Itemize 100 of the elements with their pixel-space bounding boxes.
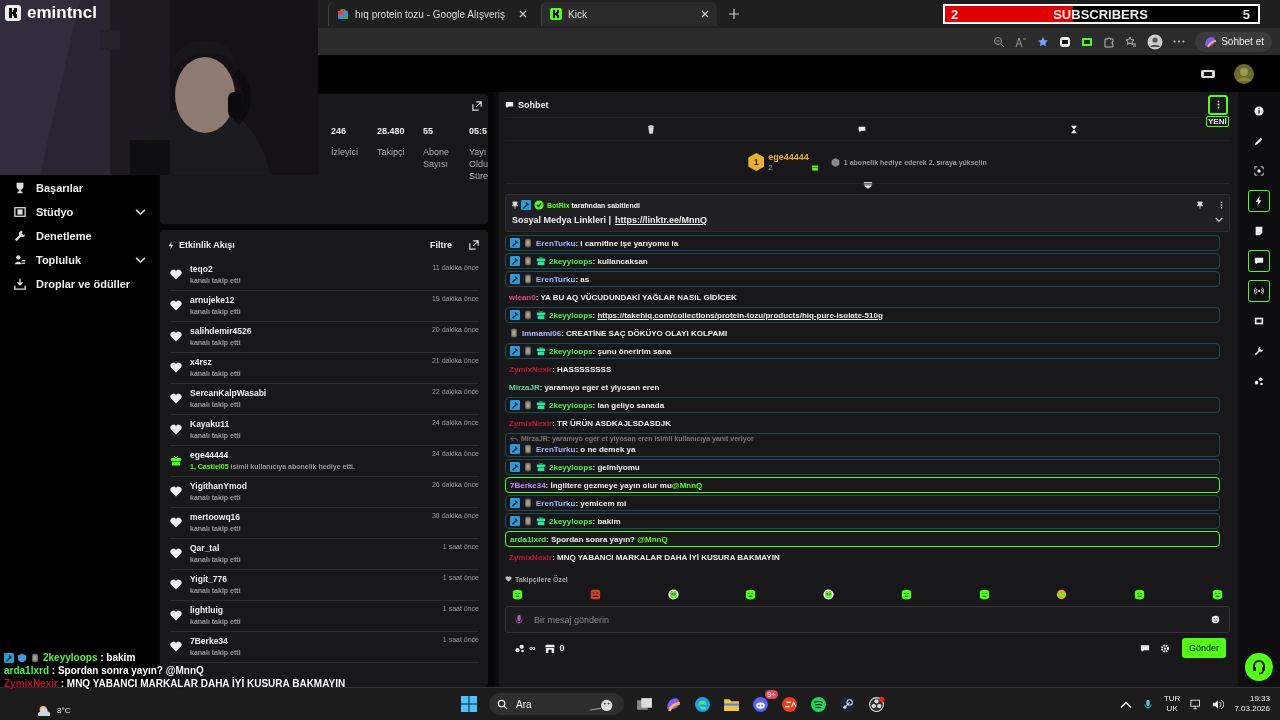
follower-name: salihdemir4526 [190, 326, 253, 336]
profile-icon[interactable] [1147, 33, 1164, 50]
follower-name: teqo2 [190, 264, 214, 274]
download-icon [14, 278, 26, 290]
puzzle-icon[interactable] [1103, 35, 1116, 48]
store-icon[interactable] [545, 643, 556, 653]
follower-name: SercanKalpWasabi [190, 388, 268, 398]
blob-emote-icon[interactable] [744, 587, 758, 601]
message-input[interactable]: Bir mesaj gönderin [505, 606, 1230, 633]
task-view-icon[interactable] [636, 695, 653, 713]
microphone-icon[interactable] [1141, 698, 1154, 710]
chat-icon [505, 100, 514, 109]
extension-icon[interactable] [1081, 35, 1094, 48]
pin-icon[interactable] [1197, 201, 1203, 209]
rail-button[interactable] [1248, 280, 1270, 302]
rank-badge: 1 [748, 153, 765, 171]
sidebar-item[interactable]: Topluluk [0, 248, 158, 272]
emoji-icon[interactable] [1211, 615, 1220, 624]
sidebar-item[interactable]: Stüdyo [0, 200, 158, 224]
video-icon [1254, 316, 1264, 326]
browser-tab[interactable]: Kick [541, 2, 718, 26]
notification-badge: 9+ [764, 689, 778, 699]
edge-icon[interactable] [694, 695, 711, 713]
follower-name: arnujeke12 [190, 295, 236, 305]
windows-start-icon[interactable] [461, 696, 477, 712]
network-icon[interactable] [1190, 698, 1203, 710]
message-text: ErenTurku: I carnitine işe yarıyomu la [536, 238, 679, 248]
trash-icon[interactable] [646, 124, 655, 134]
face-emote-icon[interactable] [1055, 587, 1069, 601]
favorites-icon[interactable] [1125, 35, 1138, 48]
collapse-icon[interactable] [862, 181, 873, 189]
discord-icon[interactable] [752, 695, 769, 713]
obs-icon[interactable] [868, 695, 885, 713]
input-language[interactable]: TUR UK [1163, 694, 1181, 714]
mention-link[interactable]: @MnnQ [637, 534, 668, 544]
message-link[interactable]: https://takehiq.com/collections/protein-tozu/products/hiq-pure-isolate-510g [597, 310, 883, 320]
info-icon [1254, 106, 1264, 116]
new-tab-icon[interactable] [729, 9, 740, 19]
spotify-icon[interactable] [810, 695, 827, 713]
angry-face-emote-icon[interactable] [588, 587, 602, 601]
lightning-icon [168, 240, 174, 250]
read-aloud-icon[interactable] [1015, 35, 1028, 48]
pin-icon [512, 201, 518, 209]
hourglass-icon[interactable] [1070, 124, 1079, 134]
extension-icon[interactable] [1059, 35, 1072, 48]
chat-icon[interactable] [1139, 643, 1150, 653]
alien-emote-icon[interactable] [666, 587, 680, 601]
points-icon[interactable] [515, 643, 525, 653]
message-text: 2keyyloops: lan geliyo sanada [549, 400, 665, 410]
blob-emote-icon[interactable] [1210, 587, 1224, 601]
follower-name: YigithanYmod [190, 481, 248, 491]
pinned-link[interactable]: https://linktr.ee/MnnQ [615, 215, 708, 225]
filter-button[interactable]: Filtre [424, 239, 458, 251]
scan-icon [1254, 166, 1264, 176]
pop-out-icon[interactable] [469, 240, 479, 250]
follower-name: Yigit_776 [190, 574, 228, 584]
settings-icon[interactable] [1159, 643, 1170, 653]
sidebar-item[interactable]: Droplar ve ödüller [0, 272, 158, 296]
heart-icon [170, 579, 182, 590]
blob-emote-icon[interactable] [511, 587, 524, 601]
sidebar-item[interactable]: Başarılar [0, 176, 158, 200]
chat-icon[interactable] [858, 124, 867, 134]
rail-button[interactable] [1248, 190, 1270, 212]
send-button[interactable]: Gönder [1181, 638, 1226, 658]
copilot-icon[interactable] [665, 695, 682, 713]
blob-emote-icon[interactable] [977, 587, 991, 601]
avatar-icon[interactable] [1234, 63, 1254, 84]
zoom-out-icon[interactable] [993, 35, 1006, 48]
steam-icon[interactable] [839, 695, 856, 713]
blob-emote-icon[interactable] [1133, 587, 1147, 601]
close-icon[interactable] [519, 10, 528, 18]
sidebar-item[interactable]: Denetleme [0, 224, 158, 248]
heart-icon [505, 576, 512, 582]
support-button[interactable] [1245, 653, 1273, 681]
clock[interactable]: 19:33 7.03.2026 [1234, 694, 1270, 714]
follower-name: mertoowq16 [190, 512, 242, 522]
game-controller-icon[interactable] [1200, 67, 1216, 80]
volume-icon[interactable] [1212, 698, 1225, 710]
copilot-button[interactable]: Sohbet et [1195, 31, 1272, 52]
feed-title: Etkinlik Akışı [179, 240, 236, 250]
more-icon[interactable] [1173, 40, 1186, 43]
blob-emote-icon[interactable] [899, 587, 913, 601]
trophy-icon [14, 182, 26, 194]
ea-app-icon[interactable] [781, 695, 798, 713]
overlay-chat-line: ZymixNexir : MNQ YABANCI MARKALAR DAHA İYİ KUSURA BAKMAYIN [4, 678, 346, 689]
star-icon[interactable] [1037, 35, 1050, 48]
rail-button[interactable] [1248, 250, 1270, 272]
broadcast-icon [1254, 286, 1264, 296]
alien-emote-icon[interactable] [822, 587, 836, 601]
microphone-icon[interactable] [515, 614, 523, 625]
heart-icon [170, 517, 182, 528]
chat-menu-button[interactable] [1208, 94, 1228, 115]
taskbar-search[interactable]: Ara [489, 693, 624, 715]
close-icon[interactable] [701, 10, 710, 18]
more-icon[interactable] [1220, 201, 1223, 209]
browser-tab[interactable]: hıq protein tozu - Google Alışveriş [328, 2, 536, 26]
chevron-down-icon[interactable] [1215, 217, 1223, 223]
mention-link[interactable]: @MnnQ [671, 480, 703, 490]
pop-out-icon[interactable] [472, 101, 482, 111]
stat-value: 246 [331, 126, 348, 136]
